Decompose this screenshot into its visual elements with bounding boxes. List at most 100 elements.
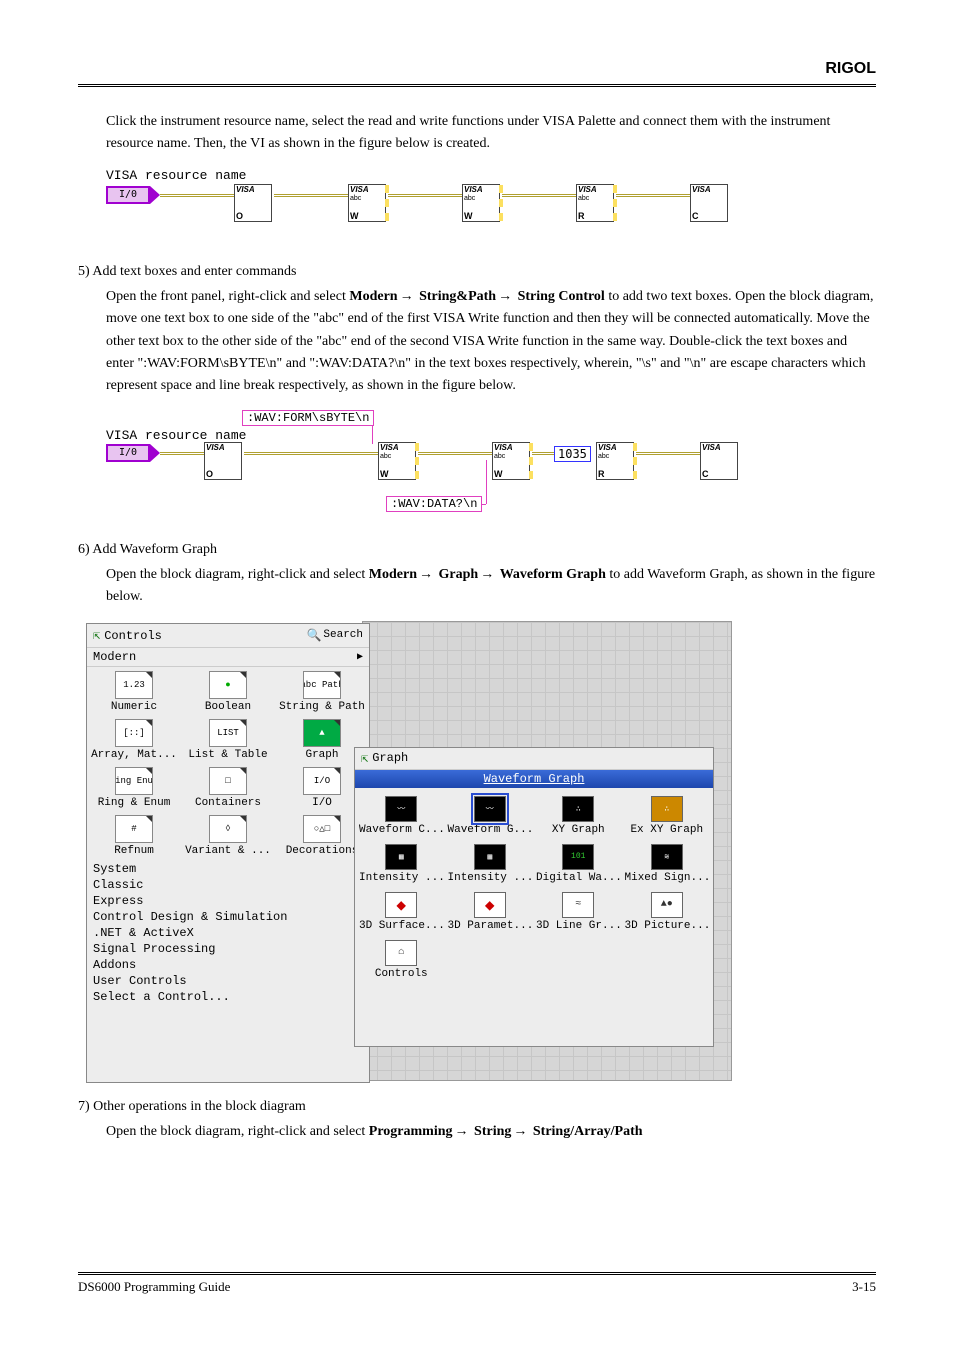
step6-text: Open the block diagram, right-click and … — [106, 564, 876, 609]
palette-cat-user[interactable]: User Controls▶ — [93, 973, 363, 989]
page-footer: DS6000 Programming Guide 3-15 — [78, 1272, 876, 1295]
visa-open-node-2: VISAO — [204, 442, 242, 480]
arrow-icon: → — [496, 286, 514, 308]
palette-item-variant[interactable]: ◊Variant & ... — [181, 811, 275, 859]
graph-item-waveform-chart[interactable]: 〰Waveform C... — [357, 792, 446, 840]
graph-item-mixed[interactable]: ≋Mixed Sign... — [623, 840, 712, 888]
palette-item-boolean[interactable]: ●Boolean — [181, 667, 275, 715]
palette-item-list-table[interactable]: LISTList & Table — [181, 715, 275, 763]
palette-cat-express[interactable]: Express — [93, 893, 363, 909]
wire — [244, 452, 378, 455]
palette-item-ring-enum[interactable]: Ring EnumRing & Enum — [87, 763, 181, 811]
palette-section-modern[interactable]: Modern▶ — [87, 648, 369, 667]
wire — [274, 194, 348, 197]
constant-1035: 1035 — [554, 446, 591, 462]
visa-close-node-2: VISAC — [700, 442, 738, 480]
magnifier-icon: 🔍 — [306, 628, 321, 643]
io-terminal-1: I/0 — [106, 186, 150, 204]
visa-write-node-1a: VISAabcW — [348, 184, 386, 222]
palette-item-array[interactable]: [::]Array, Mat... — [87, 715, 181, 763]
header-brand: RIGOL — [78, 60, 876, 78]
search-button[interactable]: 🔍Search — [306, 628, 363, 643]
palette-cat-classic[interactable]: Classic — [93, 877, 363, 893]
controls-palette[interactable]: ⇱ Controls 🔍Search Modern▶ 1.23Numeric ●B… — [86, 623, 370, 1083]
graph-item-3d-picture[interactable]: ▲●3D Picture... — [623, 888, 712, 936]
palette-category-list: System Classic Express Control Design & … — [87, 859, 369, 1007]
palette-item-containers[interactable]: □Containers — [181, 763, 275, 811]
graph-item-digital[interactable]: 101Digital Wa... — [534, 840, 623, 888]
footer-page-number: 3-15 — [852, 1279, 876, 1295]
graph-item-waveform-graph[interactable]: 〰Waveform G... — [446, 792, 535, 840]
io-arrow-2 — [150, 444, 160, 462]
palette-cat-cds[interactable]: Control Design & Simulation — [93, 909, 363, 925]
step5-body: to add two text boxes. Open the block di… — [106, 289, 874, 394]
step7-text: Open the block diagram, right-click and … — [106, 1121, 876, 1143]
graph-item-ex-xy[interactable]: ∴Ex XY Graph — [623, 792, 712, 840]
footer-rule-bottom — [78, 1274, 876, 1275]
io-arrow-1 — [150, 186, 160, 204]
graph-item-3d-param[interactable]: ◆3D Paramet... — [446, 888, 535, 936]
arrow-icon: → — [453, 1121, 471, 1143]
pink-wire — [486, 460, 487, 504]
arrow-icon: → — [478, 564, 496, 586]
palette-cat-system[interactable]: System — [93, 861, 363, 877]
graph-item-intensity-1[interactable]: ▦Intensity ... — [357, 840, 446, 888]
visa-read-node-2: VISAabcR — [596, 442, 634, 480]
step6-label: 6) Add Waveform Graph — [78, 542, 876, 558]
graph-subpalette[interactable]: ⇱Graph Waveform Graph 〰Waveform C... 〰Wa… — [354, 747, 714, 1047]
header-rule-top — [78, 84, 876, 85]
palette-cat-net[interactable]: .NET & ActiveX — [93, 925, 363, 941]
palette-items-grid: 1.23Numeric ●Boolean abc PathString & Pa… — [87, 667, 369, 859]
wire — [616, 194, 690, 197]
arrow-icon: → — [398, 286, 416, 308]
command-box-1: :WAV:FORM\sBYTE\n — [242, 410, 374, 426]
page: RIGOL Click the instrument resource name… — [0, 0, 954, 1349]
visa-read-node-1: VISAabcR — [576, 184, 614, 222]
footer-rule-top — [78, 1272, 876, 1273]
palette-cat-signal[interactable]: Signal Processing — [93, 941, 363, 957]
pink-wire — [372, 426, 373, 444]
io-terminal-2: I/0 — [106, 444, 150, 462]
header-rule-bottom — [78, 86, 876, 87]
palette-cat-select[interactable]: Select a Control... — [93, 989, 363, 1005]
wire — [502, 194, 576, 197]
palette-item-refnum[interactable]: #Refnum — [87, 811, 181, 859]
palette-item-numeric[interactable]: 1.23Numeric — [87, 667, 181, 715]
graph-item-xy[interactable]: ∴XY Graph — [534, 792, 623, 840]
wire — [636, 452, 700, 455]
palette-screenshot: ⇱ Controls 🔍Search Modern▶ 1.23Numeric ●B… — [86, 621, 732, 1081]
pin-icon[interactable]: ⇱ — [93, 629, 100, 643]
wire — [418, 452, 492, 455]
command-box-2: :WAV:DATA?\n — [386, 496, 482, 512]
step5-label: 5) Add text boxes and enter commands — [78, 264, 876, 280]
visa-open-node: VISAO — [234, 184, 272, 222]
wire — [160, 194, 234, 197]
block-diagram-2: :WAV:FORM\sBYTE\n VISA resource name I/0… — [106, 410, 876, 530]
visa-resource-label-2: VISA resource name — [106, 428, 246, 443]
arrow-icon: → — [417, 564, 435, 586]
step5-text: Open the front panel, right-click and se… — [106, 286, 876, 398]
graph-selected-label: Waveform Graph — [355, 770, 713, 788]
graph-item-3d-line[interactable]: ≈3D Line Gr... — [534, 888, 623, 936]
graph-item-intensity-2[interactable]: ▦Intensity ... — [446, 840, 535, 888]
palette-header: ⇱ Controls 🔍Search — [87, 624, 369, 648]
graph-item-3d-surface[interactable]: ◆3D Surface... — [357, 888, 446, 936]
intro-text: Click the instrument resource name, sele… — [106, 111, 876, 156]
palette-title: Controls — [104, 629, 162, 643]
chevron-right-icon: ▶ — [357, 651, 363, 663]
visa-resource-label-1: VISA resource name — [106, 168, 246, 183]
visa-write-node-1b: VISAabcW — [462, 184, 500, 222]
footer-doc-title: DS6000 Programming Guide — [78, 1279, 230, 1295]
palette-item-string-path[interactable]: abc PathString & Path — [275, 667, 369, 715]
visa-write-node-2a: VISAabcW — [378, 442, 416, 480]
pin-icon[interactable]: ⇱ — [361, 751, 368, 766]
graph-palette-header: ⇱Graph — [355, 748, 713, 770]
graph-item-controls[interactable]: ⌂Controls — [357, 936, 446, 984]
wire — [388, 194, 462, 197]
step7-label: 7) Other operations in the block diagram — [78, 1099, 876, 1115]
block-diagram-1: VISA resource name I/0 VISAO VISAabcW VI… — [106, 168, 876, 244]
arrow-icon: → — [511, 1121, 529, 1143]
visa-close-node-1: VISAC — [690, 184, 728, 222]
visa-write-node-2b: VISAabcW — [492, 442, 530, 480]
palette-cat-addons[interactable]: Addons — [93, 957, 363, 973]
